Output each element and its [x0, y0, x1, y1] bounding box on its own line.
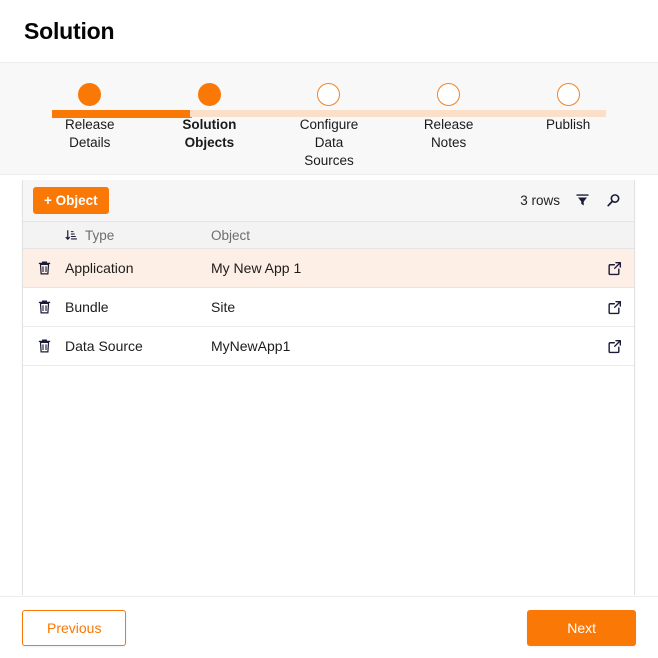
open-external-link-button[interactable]	[594, 300, 634, 315]
step-publish[interactable]: Publish	[508, 81, 628, 134]
table-row[interactable]: Bundle Site	[23, 288, 634, 327]
step-configure-data-sources[interactable]: Configure Data Sources	[269, 81, 389, 170]
row-cell-object: Site	[211, 299, 594, 315]
page-title: Solution	[24, 18, 114, 45]
table-row[interactable]: Application My New App 1	[23, 249, 634, 288]
previous-button[interactable]: Previous	[22, 610, 126, 646]
delete-row-button[interactable]	[23, 338, 65, 354]
step-label: Configure Data Sources	[300, 116, 359, 170]
step-dot-icon	[317, 83, 340, 106]
header-cell-object[interactable]: Object	[211, 228, 594, 243]
sort-ascending-icon[interactable]	[65, 229, 78, 242]
table-header-row: Type Object	[23, 221, 634, 249]
filter-icon[interactable]	[573, 192, 591, 210]
table-empty-area	[23, 366, 634, 606]
step-release-notes[interactable]: Release Notes	[389, 81, 509, 152]
search-icon[interactable]	[604, 192, 622, 210]
delete-row-button[interactable]	[23, 299, 65, 315]
step-solution-objects[interactable]: Solution Objects	[150, 81, 270, 152]
row-cell-type: Data Source	[65, 338, 211, 354]
delete-row-button[interactable]	[23, 260, 65, 276]
row-count-label: 3 rows	[520, 193, 560, 208]
next-button[interactable]: Next	[527, 610, 636, 646]
step-label: Solution Objects	[182, 116, 236, 152]
solution-objects-card: + Object 3 rows Type	[22, 180, 635, 595]
stepper-track: Release Details Solution Objects Configu…	[0, 81, 658, 170]
step-dot-icon	[78, 83, 101, 106]
step-label: Publish	[546, 116, 590, 134]
header-label-type: Type	[85, 228, 114, 243]
step-dot-wrap	[317, 81, 340, 107]
open-external-link-button[interactable]	[594, 339, 634, 354]
step-release-details[interactable]: Release Details	[30, 81, 150, 152]
row-cell-object: MyNewApp1	[211, 338, 594, 354]
header-label-object: Object	[211, 228, 250, 243]
step-dot-wrap	[78, 81, 101, 107]
toolbar-actions: 3 rows	[520, 192, 622, 210]
title-bar: Solution	[0, 0, 658, 62]
step-dot-wrap	[198, 81, 221, 107]
step-dot-icon	[437, 83, 460, 106]
wizard-stepper: Release Details Solution Objects Configu…	[0, 62, 658, 175]
header-cell-type[interactable]: Type	[65, 228, 211, 243]
step-label: Release Notes	[424, 116, 474, 152]
row-cell-type: Application	[65, 260, 211, 276]
table-toolbar: + Object 3 rows	[23, 180, 634, 221]
step-dot-icon	[198, 83, 221, 106]
open-external-link-button[interactable]	[594, 261, 634, 276]
wizard-footer: Previous Next	[0, 596, 658, 658]
solution-wizard-page: Solution Release Details Solution Object…	[0, 0, 658, 658]
step-dot-wrap	[557, 81, 580, 107]
row-cell-object: My New App 1	[211, 260, 594, 276]
step-label: Release Details	[65, 116, 115, 152]
add-object-button[interactable]: + Object	[33, 187, 109, 214]
row-cell-type: Bundle	[65, 299, 211, 315]
step-dot-icon	[557, 83, 580, 106]
step-dot-wrap	[437, 81, 460, 107]
table-row[interactable]: Data Source MyNewApp1	[23, 327, 634, 366]
